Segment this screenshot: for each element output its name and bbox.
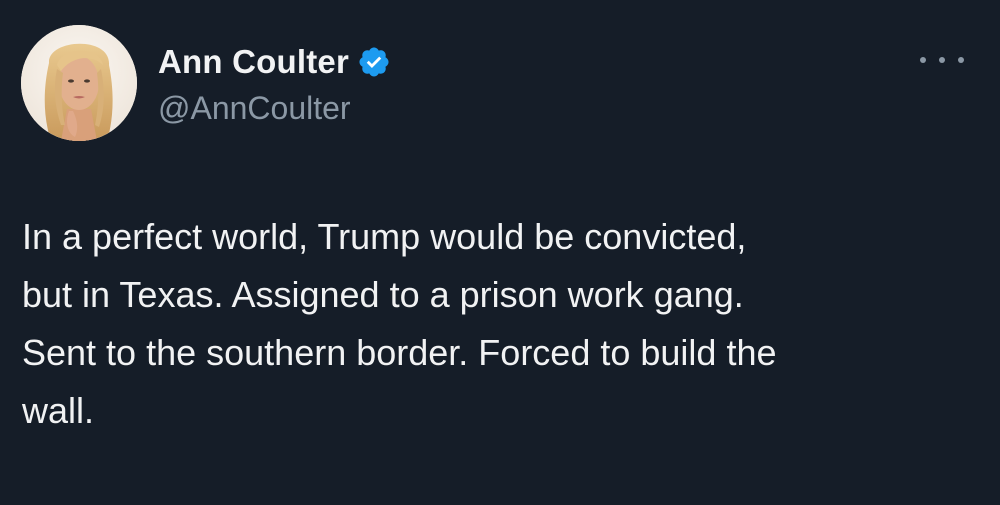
author-info: Ann Coulter @AnnCoulter — [158, 40, 391, 127]
tweet-text: In a perfect world, Trump would be convi… — [22, 216, 777, 431]
more-dot — [958, 57, 964, 63]
author-handle[interactable]: @AnnCoulter — [158, 90, 391, 127]
tweet-card: Ann Coulter @AnnCoulter In a perfect wor… — [0, 0, 1000, 505]
more-dot — [939, 57, 945, 63]
profile-photo-icon — [21, 25, 137, 141]
author-display-name[interactable]: Ann Coulter — [158, 43, 349, 81]
name-row: Ann Coulter — [158, 40, 391, 84]
author-avatar[interactable] — [21, 25, 137, 141]
verified-badge-icon[interactable] — [357, 45, 391, 79]
more-dot — [920, 57, 926, 63]
more-options-icon[interactable] — [920, 46, 964, 74]
